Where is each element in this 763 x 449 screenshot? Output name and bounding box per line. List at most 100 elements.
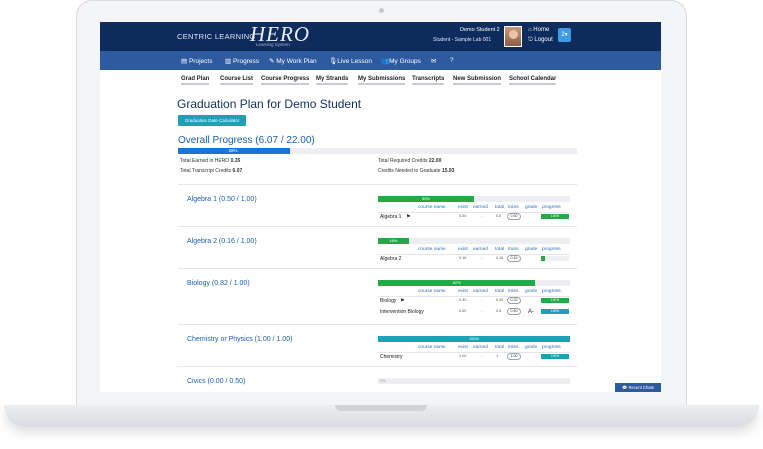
course-row-progress-bar: 100% [541, 298, 569, 303]
home-icon: ⌂ [528, 27, 532, 33]
course-title-link[interactable]: Chemistry or Physics (1.00 / 1.00) [187, 336, 292, 343]
course-progress-bar: 82% [378, 280, 570, 286]
column-header-earned: earned [473, 289, 488, 294]
home-link[interactable]: ⌂ Home [528, 27, 549, 33]
course-row-name[interactable]: Algebra 2 [380, 256, 401, 262]
course-row-total: 1 [496, 354, 499, 358]
tab-grad-plan[interactable]: Grad Plan [181, 76, 210, 85]
tab-course-progress[interactable]: Course Progress [261, 76, 310, 85]
section-divider [178, 366, 577, 367]
column-header-progress: progress [542, 247, 561, 252]
column-header-course-name: course name [418, 289, 446, 294]
course-row-trans-badge[interactable]: 0.50 [507, 213, 521, 220]
flag-icon[interactable]: ⚑ [400, 298, 404, 304]
course-progress-bar: 0% [378, 378, 570, 384]
stat-credits-needed: Credits Needed to Graduate 15.93 [378, 168, 454, 174]
course-row-earned: - [481, 298, 483, 302]
header-rule [378, 254, 570, 255]
column-header-grade: grade [525, 205, 538, 210]
column-header-trans: trans [508, 205, 519, 210]
tab-my-submissions[interactable]: My Submissions [358, 76, 406, 85]
course-row-name[interactable]: Intervention Biology [380, 309, 424, 315]
nav-progress[interactable]: ▥ Progress [225, 57, 259, 65]
nav-messages[interactable]: ✉ [431, 57, 436, 65]
course-title-link[interactable]: Biology (0.82 / 1.00) [187, 280, 250, 287]
chart-icon: ▥ [225, 58, 232, 65]
column-header-progress: progress [542, 289, 561, 294]
course-progress-bar: 100% [378, 336, 570, 342]
course-row-earned: - [481, 214, 483, 218]
nav-my-work-plan[interactable]: ✎ My Work Plan [269, 57, 317, 65]
nav-live-lesson[interactable]: 🎙Live Lesson [329, 57, 372, 65]
column-header-course-name: course name [418, 345, 446, 350]
stat-earned-hero-value: 0.35 [230, 158, 241, 164]
course-row-exist: 0.50 [459, 214, 467, 218]
avatar[interactable] [504, 26, 522, 47]
course-row-name[interactable]: Algebra 1 [380, 214, 401, 220]
course-progress-label: 0% [380, 378, 386, 383]
main-nav: ▤ Projects ▥ Progress ✎ My Work Plan 🎙Li… [100, 51, 661, 70]
course-row-name[interactable]: Biology [380, 298, 396, 304]
course-progress-label: 50% [421, 196, 430, 201]
column-header-progress: progress [542, 205, 561, 210]
column-header-grade: grade [525, 247, 538, 252]
stat-earned-hero-label: Total Earned in HERO [180, 158, 230, 164]
course-progress-label: 100% [468, 336, 480, 341]
overall-progress-title: Overall Progress (6.07 / 22.00) [178, 135, 315, 146]
overall-progress-bar: 28% [178, 148, 577, 154]
laptop-notch [335, 405, 427, 411]
course-row-trans-badge[interactable]: 0.32 [507, 297, 521, 304]
column-header-total: total [495, 205, 505, 210]
overall-progress-label: 28% [228, 148, 238, 153]
tab-school-calendar[interactable]: School Calendar [509, 76, 557, 85]
course-row-exist: 0.50 [459, 309, 467, 313]
course-row-earned: - [481, 256, 483, 260]
nav-help[interactable]: ? [450, 57, 454, 64]
nav-my-work-plan-label: My Work Plan [276, 58, 317, 65]
top-bar: CENTRIC LEARNING HERO Learning System De… [100, 22, 661, 51]
column-header-exist: exist [458, 205, 468, 210]
course-title-link[interactable]: Algebra 1 (0.50 / 1.00) [187, 196, 257, 203]
course-row-trans-badge[interactable]: 0.16 [507, 255, 521, 262]
nav-projects[interactable]: ▤ Projects [181, 57, 212, 65]
app-screen: CENTRIC LEARNING HERO Learning System De… [100, 22, 661, 392]
column-header-trans: trans [508, 247, 519, 252]
page-title: Graduation Plan for Demo Student [177, 97, 362, 111]
stat-needed-value: 15.93 [441, 168, 455, 174]
projects-icon: ▤ [181, 58, 188, 65]
course-row-trans-badge[interactable]: 1.00 [507, 353, 521, 360]
course-row-exist: 1.00 [459, 354, 467, 358]
course-row-trans-badge[interactable]: 0.50 [507, 308, 521, 315]
course-title-link[interactable]: Algebra 2 (0.16 / 1.00) [187, 238, 257, 245]
course-row-progress-bar: 100% [541, 354, 569, 359]
column-header-exist: exist [458, 289, 468, 294]
course-title-link[interactable]: Civics (0.00 / 0.50) [187, 378, 245, 385]
column-header-grade: grade [525, 289, 538, 294]
tab-my-strands[interactable]: My Strands [316, 76, 349, 85]
tab-course-list[interactable]: Course List [220, 76, 254, 85]
course-row-progress-label: 100% [550, 214, 560, 218]
recent-chats-button[interactable]: 💬 Recent Chats [615, 383, 661, 392]
tab-transcripts[interactable]: Transcripts [412, 76, 445, 85]
section-divider [178, 268, 577, 269]
course-row-total: 0.5 [496, 214, 502, 218]
column-header-exist: exist [458, 345, 468, 350]
notification-dropdown-button[interactable]: 2▾ [558, 28, 571, 42]
column-header-grade: grade [525, 345, 538, 350]
recent-chats-label: Recent Chats [628, 385, 654, 390]
stat-earned-hero: Total Earned in HERO 0.35 [180, 158, 240, 164]
flag-icon[interactable]: ⚑ [406, 214, 410, 220]
course-row-progress-bar [541, 256, 569, 261]
graduation-date-calculator-button[interactable]: Graduation Date Calculator [178, 115, 246, 126]
course-progress-bar: 50% [378, 196, 570, 202]
nav-my-groups[interactable]: 👥My Groups [381, 57, 421, 65]
column-header-total: total [495, 247, 505, 252]
column-header-exist: exist [458, 247, 468, 252]
tab-new-submission[interactable]: New Submission [453, 76, 502, 85]
column-header-trans: trans [508, 345, 519, 350]
course-row-name[interactable]: Chemistry [380, 354, 403, 360]
nav-live-lesson-label: Live Lesson [337, 58, 372, 65]
logout-link[interactable]: ⎋ Logout [528, 37, 553, 44]
pencil-icon: ✎ [269, 58, 275, 65]
column-header-earned: earned [473, 345, 488, 350]
